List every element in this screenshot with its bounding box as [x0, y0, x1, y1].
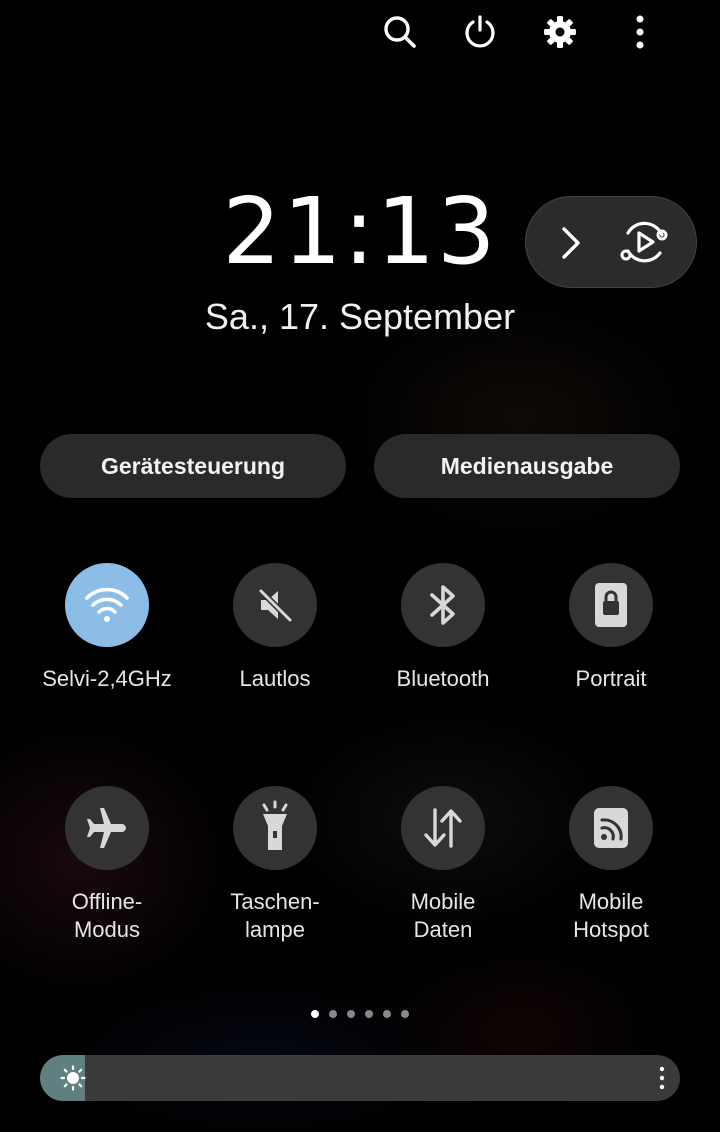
- chevron-right-icon: [556, 223, 586, 268]
- media-play-icon: [616, 215, 672, 276]
- bluetooth-icon[interactable]: [401, 563, 485, 647]
- brightness-more-icon[interactable]: [658, 1066, 666, 1095]
- page-indicator[interactable]: [0, 1010, 720, 1018]
- flashlight-icon[interactable]: [233, 786, 317, 870]
- tile-hotspot[interactable]: Mobile Hotspot: [527, 786, 695, 944]
- settings-icon[interactable]: [540, 12, 580, 52]
- page-dot[interactable]: [347, 1010, 355, 1018]
- clock-date[interactable]: Sa., 17. September: [0, 296, 720, 338]
- mobile-data-icon[interactable]: [401, 786, 485, 870]
- tile-label: Portrait: [575, 666, 647, 691]
- tile-airplane[interactable]: Offline- Modus: [23, 786, 191, 944]
- page-dot[interactable]: [383, 1010, 391, 1018]
- tile-portrait[interactable]: Portrait: [527, 563, 695, 693]
- brightness-slider[interactable]: [40, 1055, 680, 1101]
- airplane-icon[interactable]: [65, 786, 149, 870]
- page-dot[interactable]: [401, 1010, 409, 1018]
- tile-label: Bluetooth: [396, 666, 490, 691]
- tile-wifi[interactable]: Selvi-2,4GHz: [23, 563, 191, 693]
- device-control-button[interactable]: Gerätesteuerung: [40, 434, 346, 498]
- tile-bluetooth[interactable]: Bluetooth: [359, 563, 527, 693]
- tile-mobile-data[interactable]: Mobile Daten: [359, 786, 527, 944]
- more-vert-icon[interactable]: [620, 12, 660, 52]
- page-dot[interactable]: [311, 1010, 319, 1018]
- page-dot[interactable]: [329, 1010, 337, 1018]
- tile-label: Selvi-2,4GHz: [42, 666, 172, 691]
- wifi-icon[interactable]: [65, 563, 149, 647]
- media-control-pill[interactable]: [525, 196, 697, 288]
- page-dot[interactable]: [365, 1010, 373, 1018]
- search-icon[interactable]: [380, 12, 420, 52]
- power-icon[interactable]: [460, 12, 500, 52]
- tile-label: Mobile Daten: [410, 889, 476, 942]
- quick-settings-panel: 21:13 Sa., 17. September Gerätesteuerung…: [0, 0, 720, 1132]
- media-output-button[interactable]: Medienausgabe: [374, 434, 680, 498]
- tile-label: Lautlos: [239, 666, 311, 691]
- rotation-lock-icon[interactable]: [569, 563, 653, 647]
- mute-icon[interactable]: [233, 563, 317, 647]
- hotspot-icon[interactable]: [569, 786, 653, 870]
- sun-icon: [60, 1065, 86, 1096]
- tile-label: Offline- Modus: [71, 889, 143, 942]
- tile-flashlight[interactable]: Taschen- lampe: [191, 786, 359, 944]
- tile-label: Taschen- lampe: [230, 889, 320, 942]
- tile-label: Mobile Hotspot: [573, 889, 649, 942]
- tile-mute[interactable]: Lautlos: [191, 563, 359, 693]
